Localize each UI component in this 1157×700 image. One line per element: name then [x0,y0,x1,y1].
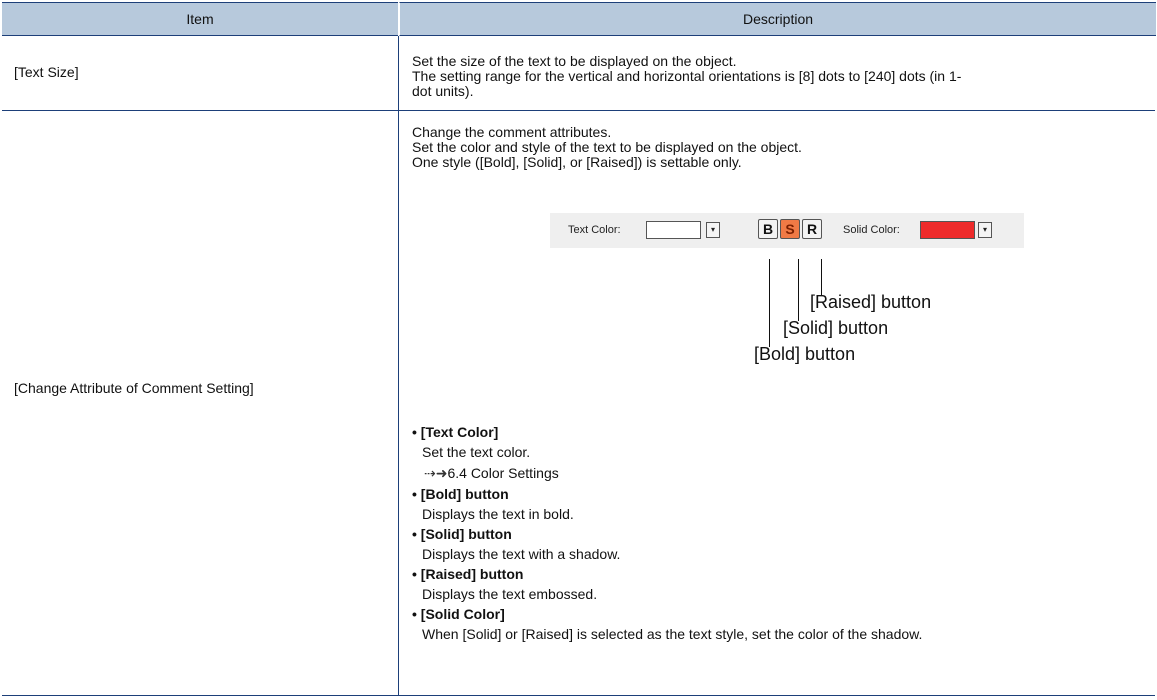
bold-callout: [Bold] button [754,344,856,364]
description-line: Set the size of the text to be displayed… [412,53,737,69]
description-line: dot units). [412,83,474,99]
settings-table: Item Description [Text Size] Set the siz… [2,2,1156,696]
row-divider [2,110,1155,111]
row-description-text-size: Set the size of the text to be displayed… [412,54,1142,99]
bullet-title: • [Bold] button [412,486,509,502]
solid-color-dropdown-icon[interactable]: ▾ [978,222,992,238]
bullet-title: • [Raised] button [412,566,524,582]
reference-arrow-icon: ⇢➜ [424,465,448,481]
text-color-dropdown-icon[interactable]: ▾ [706,222,720,238]
solid-button[interactable]: S [780,219,800,239]
solid-leader-line [798,259,799,321]
raised-button[interactable]: R [802,219,822,239]
text-color-swatch[interactable] [646,221,701,239]
raised-leader-line [821,259,822,295]
reference-link-text[interactable]: 6.4 Color Settings [447,465,558,481]
solid-color-label: Solid Color: [843,224,900,236]
bullet-title: • [Text Color] [412,424,499,440]
text-color-label: Text Color: [568,224,621,236]
description-line: The setting range for the vertical and h… [412,68,962,84]
bullet-text: Displays the text in bold. [422,506,574,522]
table-bottom-border [2,695,1155,696]
header-description: Description [399,2,1156,36]
row-item-text-size: [Text Size] [14,64,79,80]
header-item: Item [2,2,398,36]
description-line: Set the color and style of the text to b… [412,139,802,155]
bullet-title: • [Solid] button [412,526,512,542]
bullet-title: • [Solid Color] [412,606,505,622]
bold-leader-line [769,259,770,347]
row-description-change-attribute: Change the comment attributes. Set the c… [412,125,1142,170]
solid-callout: [Solid] button [783,318,889,338]
raised-callout: [Raised] button [810,292,932,312]
reference-link[interactable]: ⇢➜6.4 Color Settings [412,462,1142,484]
attribute-toolbar: Text Color: ▾ B S R Solid Color: ▾ [550,213,1024,248]
solid-color-swatch[interactable] [920,221,975,239]
row-item-change-attribute: [Change Attribute of Comment Setting] [14,380,254,396]
bullet-text: Set the text color. [422,444,531,460]
description-line: Change the comment attributes. [412,124,612,140]
description-line: One style ([Bold], [Solid], or [Raised])… [412,154,742,170]
bold-button[interactable]: B [758,219,778,239]
attribute-bullet-list: • [Text Color] Set the text color. ⇢➜6.4… [412,422,1142,644]
column-divider [398,36,399,696]
bullet-text: Displays the text embossed. [422,586,598,602]
bullet-text: When [Solid] or [Raised] is selected as … [422,626,923,642]
bullet-text: Displays the text with a shadow. [422,546,621,562]
